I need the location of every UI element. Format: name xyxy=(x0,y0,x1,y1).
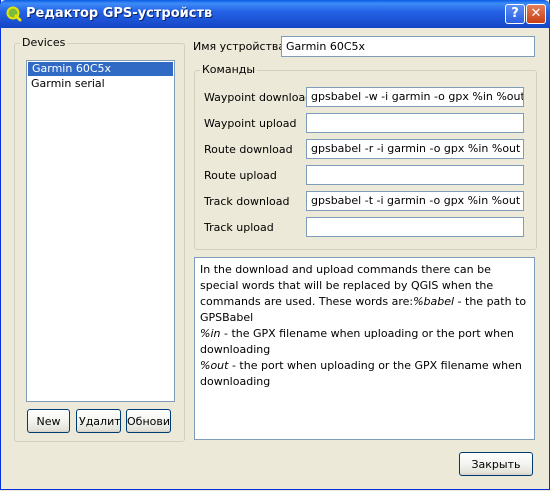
route-download-field[interactable]: gpsbabel -r -i garmin -o gpx %in %out xyxy=(306,139,524,159)
commands-group-label: Команды xyxy=(200,63,258,76)
track-download-label: Track download xyxy=(204,195,290,208)
track-upload-label: Track upload xyxy=(204,221,274,234)
delete-device-button[interactable]: Удалить xyxy=(76,409,121,433)
device-list-item[interactable]: Garmin 60C5x xyxy=(28,62,173,76)
help-out-desc: - the port when uploading or the GPX fil… xyxy=(200,359,522,388)
help-in-word: %in xyxy=(200,327,221,340)
route-upload-field[interactable] xyxy=(306,165,524,185)
track-upload-field[interactable] xyxy=(306,217,524,237)
new-device-button[interactable]: New xyxy=(27,409,70,433)
devices-group-label: Devices xyxy=(20,36,68,49)
device-list-item[interactable]: Garmin serial xyxy=(27,77,174,91)
route-download-label: Route download xyxy=(204,143,293,156)
help-button[interactable]: ? xyxy=(505,4,525,24)
device-name-label: Имя устройства xyxy=(193,40,286,53)
waypoint-download-field[interactable]: gpsbabel -w -i garmin -o gpx %in %out xyxy=(306,87,524,107)
update-device-button[interactable]: Обновить xyxy=(126,409,171,433)
help-babel-word: %babel xyxy=(413,295,455,308)
device-name-field[interactable]: Garmin 60C5x xyxy=(281,36,535,57)
help-out-word: %out xyxy=(200,359,229,372)
qgis-app-icon xyxy=(6,6,22,22)
track-download-field[interactable]: gpsbabel -t -i garmin -o gpx %in %out xyxy=(306,191,524,211)
waypoint-upload-label: Waypoint upload xyxy=(204,117,297,130)
route-upload-label: Route upload xyxy=(204,169,277,182)
window-title: Редактор GPS-устройств xyxy=(26,6,213,21)
close-window-button[interactable]: ✕ xyxy=(526,4,546,24)
help-in-desc: - the GPX filename when uploading or the… xyxy=(200,327,514,356)
waypoint-download-label: Waypoint download xyxy=(204,91,313,104)
help-text-box[interactable]: In the download and upload commands ther… xyxy=(194,257,535,440)
close-button[interactable]: Закрыть xyxy=(459,452,533,476)
help-paragraph: In the download and upload commands ther… xyxy=(200,262,529,390)
waypoint-upload-field[interactable] xyxy=(306,113,524,133)
title-bar[interactable]: Редактор GPS-устройств ? ✕ xyxy=(0,0,550,28)
device-list[interactable]: Garmin 60C5x Garmin serial xyxy=(26,60,175,402)
